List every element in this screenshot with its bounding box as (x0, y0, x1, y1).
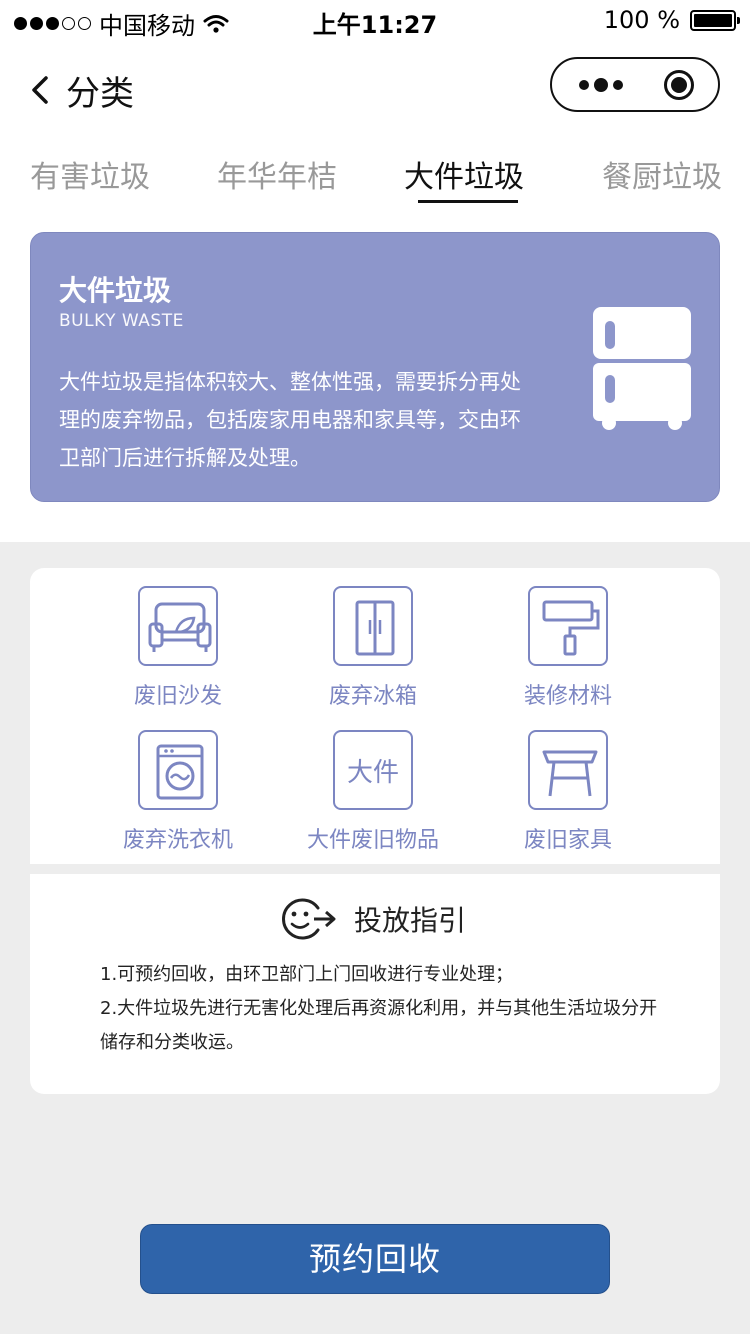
category-decoration[interactable]: 装修材料 (478, 586, 658, 710)
mini-program-capsule (550, 57, 720, 112)
hero-description: 大件垃圾是指体积较大、整体性强，需要拆分再处理的废弃物品，包括废家用电器和家具等… (59, 370, 521, 470)
guide-header: 投放指引 (278, 896, 466, 942)
category-label: 废旧家具 (523, 828, 612, 853)
tab-hazardous[interactable]: 有害垃圾 (30, 152, 150, 196)
tab-kitchen[interactable]: 餐厨垃圾 (602, 152, 722, 196)
hero-section: 大件垃圾 BULKY WASTE 大件垃圾是指体积较大、整体性强，需要拆分再处理… (0, 212, 750, 542)
guide-line: 1.可预约回收，由环卫部门上门回收进行专业处理； (100, 964, 514, 985)
text-icon: 大件 (346, 758, 399, 788)
category-icon-box (528, 730, 608, 810)
nav-bar: 分类 (0, 40, 750, 140)
refrigerator-icon (355, 600, 395, 656)
sofa-icon (148, 602, 212, 652)
battery-info: 100 % (603, 6, 740, 34)
category-fridge[interactable]: 废弃冰箱 (283, 586, 463, 710)
category-icon-box (333, 586, 413, 666)
battery-percent: 100 % (603, 6, 680, 34)
category-tabs: 有害垃圾 年华年桔 大件垃圾 餐厨垃圾 (0, 140, 750, 212)
book-recycling-button[interactable]: 预约回收 (140, 1224, 610, 1294)
status-bar: 中国移动 上午11:27 100 % (0, 0, 750, 40)
close-circle-icon[interactable] (664, 70, 694, 100)
disposal-guide: 投放指引 1.可预约回收，由环卫部门上门回收进行专业处理； 2.大件垃圾先进行无… (30, 874, 720, 1094)
category-washer[interactable]: 废弃洗衣机 (88, 730, 268, 854)
paint-roller-icon (542, 600, 600, 656)
tab-second[interactable]: 年华年桔 (217, 152, 337, 196)
category-icon-box (528, 586, 608, 666)
category-icon-box (138, 730, 218, 810)
category-sofa[interactable]: 废旧沙发 (88, 586, 268, 710)
category-label: 废弃冰箱 (328, 684, 417, 709)
guide-title: 投放指引 (354, 904, 467, 937)
category-furniture[interactable]: 废旧家具 (478, 730, 658, 854)
hero-card: 大件垃圾 BULKY WASTE 大件垃圾是指体积较大、整体性强，需要拆分再处理… (30, 232, 720, 502)
category-label: 装修材料 (523, 684, 612, 709)
washing-machine-icon (156, 744, 204, 800)
active-tab-indicator (418, 200, 518, 203)
category-bulky-items[interactable]: 大件 大件废旧物品 (283, 730, 463, 854)
guide-line: 2.大件垃圾先进行无害化处理后再资源化利用，并与其他生活垃圾分开储存和分类收运。 (100, 998, 658, 1053)
category-label: 废旧沙发 (133, 684, 222, 709)
category-label: 废弃洗衣机 (122, 828, 233, 853)
hero-subtitle: BULKY WASTE (59, 311, 184, 331)
table-icon (542, 750, 598, 797)
hero-title: 大件垃圾 (59, 274, 172, 307)
battery-icon (690, 9, 740, 31)
guide-text: 1.可预约回收，由环卫部门上门回收进行专业处理； 2.大件垃圾先进行无害化处理后… (100, 958, 670, 1060)
category-icon-box: 大件 (333, 730, 413, 810)
category-icon-box (138, 586, 218, 666)
page-title: 分类 (66, 74, 134, 114)
category-label: 大件废旧物品 (306, 828, 439, 853)
smiley-arrow-icon (282, 898, 336, 940)
back-arrow-icon[interactable] (26, 72, 62, 108)
category-grid: 废旧沙发 废弃冰箱 装修材料 废弃洗衣机 大件 大件废旧物品 废旧家具 (30, 568, 720, 864)
tab-bulky[interactable]: 大件垃圾 (404, 152, 524, 196)
refrigerator-icon (593, 307, 691, 430)
more-dots-icon[interactable] (576, 73, 626, 97)
